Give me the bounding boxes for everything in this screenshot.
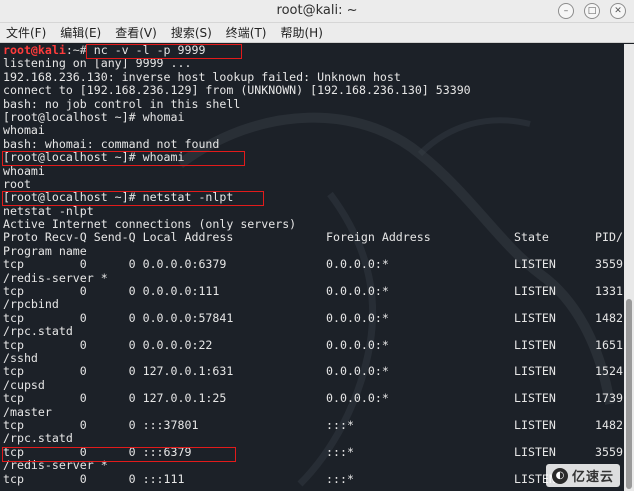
row-pid: 1651 [595, 337, 623, 352]
terminal-line: [root@localhost ~]# netstat -nlpt [3, 190, 234, 205]
prompt-user: root@kali [3, 44, 66, 57]
window-title: root@kali: ~ [276, 3, 358, 18]
terminal-line: 192.168.236.130: inverse host lookup fai… [3, 69, 401, 84]
menu-help[interactable]: 帮助(H) [281, 23, 323, 42]
netstat-row-program: /rpc.statd [3, 324, 73, 339]
row-foreign: :::* [326, 417, 354, 432]
row-local: tcp 0 0 127.0.0.1:631 [3, 364, 234, 379]
netstat-row: tcp 0 0 0.0.0.0:6379 0.0.0.0:* LISTEN 3559 [3, 257, 623, 272]
netstat-row: tcp 0 0 :::111:::* LISTEN [3, 471, 556, 486]
row-local: tcp 0 0 0.0.0.0:6379 [3, 257, 227, 272]
row-pid: 1482 [595, 310, 623, 325]
row-state: LISTEN [514, 364, 556, 379]
watermark-text: 亿速云 [571, 470, 614, 485]
row-pid: 1482 [595, 417, 623, 432]
minimize-button[interactable]: – [558, 3, 574, 19]
row-pid: 1739 [595, 391, 623, 406]
terminal-line: bash: whomai: command not found [3, 136, 220, 151]
row-state: LISTEN [514, 391, 556, 406]
menu-search[interactable]: 搜索(S) [171, 23, 212, 42]
menu-file[interactable]: 文件(F) [6, 23, 46, 42]
netstat-row-program: /master [3, 404, 52, 419]
netstat-row: tcp 0 0 0.0.0.0:57841 0.0.0.0:* LISTEN 1482 [3, 310, 623, 325]
row-local: tcp 0 0 0.0.0.0:57841 [3, 310, 234, 325]
row-foreign: :::* [326, 444, 354, 459]
netstat-row-program: /cupsd [3, 377, 45, 392]
netstat-row: tcp 0 0 0.0.0.0:22 0.0.0.0:* LISTEN 1651 [3, 337, 623, 352]
terminal-line: root [3, 176, 31, 191]
row-foreign: :::* [326, 471, 354, 486]
row-state: LISTEN [514, 337, 556, 352]
netstat-row: tcp 0 0 :::6379:::* LISTEN 3559 [3, 444, 623, 459]
netstat-row-program: /rpc.statd [3, 431, 73, 446]
row-foreign: 0.0.0.0:* [326, 364, 389, 379]
maximize-button[interactable]: □ [584, 3, 600, 19]
menu-edit[interactable]: 编辑(E) [60, 23, 101, 42]
row-pid: 1331 [595, 284, 623, 299]
row-state: LISTEN [514, 284, 556, 299]
netstat-table-header: Proto Recv-Q Send-Q Local Address Foreign… [3, 230, 623, 245]
netstat-row-program: /redis-server * [3, 270, 108, 285]
netstat-program-name-header: Program name [3, 243, 87, 258]
window-controls: – □ ✕ [558, 3, 626, 19]
netstat-row-program: /rpcbind [3, 297, 59, 312]
watermark-badge: ◐ 亿速云 [545, 464, 620, 487]
terminal-line: whomai [3, 123, 45, 138]
netstat-row: tcp 0 0 127.0.0.1:631 0.0.0.0:* LISTEN 1524 [3, 364, 623, 379]
row-pid: 3559 [595, 444, 623, 459]
row-local: tcp 0 0 :::111 [3, 471, 185, 486]
netstat-row-program: /redis-server * [3, 458, 108, 473]
menu-bar: 文件(F) 编辑(E) 查看(V) 搜索(S) 终端(T) 帮助(H) [0, 23, 634, 43]
row-local: tcp 0 0 :::6379 [3, 444, 192, 459]
row-local: tcp 0 0 0.0.0.0:22 [3, 337, 213, 352]
prompt-path: :~# [65, 44, 94, 57]
terminal-scrollbar[interactable] [624, 44, 634, 491]
row-foreign: 0.0.0.0:* [326, 337, 389, 352]
row-foreign: 0.0.0.0:* [326, 257, 389, 272]
netstat-row: tcp 0 0 :::37801:::* LISTEN 1482 [3, 417, 623, 432]
header-pid: PID/ [595, 230, 623, 245]
row-state: LISTEN [514, 310, 556, 325]
netstat-row: tcp 0 0 0.0.0.0:111 0.0.0.0:* LISTEN 1331 [3, 284, 623, 299]
row-foreign: 0.0.0.0:* [326, 391, 389, 406]
terminal-line-command: root@kali:~# nc -v -l -p 9999 [3, 44, 471, 57]
row-local: tcp 0 0 127.0.0.1:25 [3, 391, 227, 406]
terminal-line: netstat -nlpt [3, 203, 94, 218]
row-foreign: 0.0.0.0:* [326, 284, 389, 299]
header-local: Proto Recv-Q Send-Q Local Address [3, 230, 234, 245]
menu-terminal[interactable]: 终端(T) [226, 23, 267, 42]
scrollbar-thumb[interactable] [626, 299, 632, 489]
row-local: tcp 0 0 0.0.0.0:111 [3, 284, 220, 299]
terminal-output: root@kali:~# nc -v -l -p 9999 listening … [3, 44, 623, 486]
row-state: LISTEN [514, 417, 556, 432]
terminal-line: connect to [192.168.236.129] from (UNKNO… [3, 83, 471, 98]
terminal-line: [root@localhost ~]# whomai [3, 109, 185, 124]
terminal-line: whoami [3, 163, 45, 178]
terminal-area[interactable]: root@kali:~# nc -v -l -p 9999 listening … [0, 44, 624, 491]
command-text: nc -v -l -p 9999 [93, 44, 206, 57]
terminal-line: listening on [any] 9999 ... [3, 56, 192, 71]
row-state: LISTEN [514, 444, 556, 459]
terminal-line: Active Internet connections (only server… [3, 217, 297, 232]
row-pid: 3559 [595, 257, 623, 272]
header-state: State [514, 230, 549, 245]
row-pid: 1524 [595, 364, 623, 379]
netstat-row: tcp 0 0 127.0.0.1:25 0.0.0.0:* LISTEN 1739 [3, 391, 623, 406]
netstat-row-program: /sshd [3, 350, 38, 365]
row-state: LISTEN [514, 257, 556, 272]
terminal-line: [root@localhost ~]# whoami [3, 150, 185, 165]
header-foreign: Foreign Address [326, 230, 431, 245]
terminal-line: bash: no job control in this shell [3, 96, 241, 111]
watermark-logo-icon: ◐ [551, 467, 568, 484]
row-local: tcp 0 0 :::37801 [3, 417, 199, 432]
close-button[interactable]: ✕ [610, 3, 626, 19]
menu-view[interactable]: 查看(V) [115, 23, 157, 42]
title-bar: root@kali: ~ – □ ✕ [0, 0, 634, 23]
row-foreign: 0.0.0.0:* [326, 310, 389, 325]
